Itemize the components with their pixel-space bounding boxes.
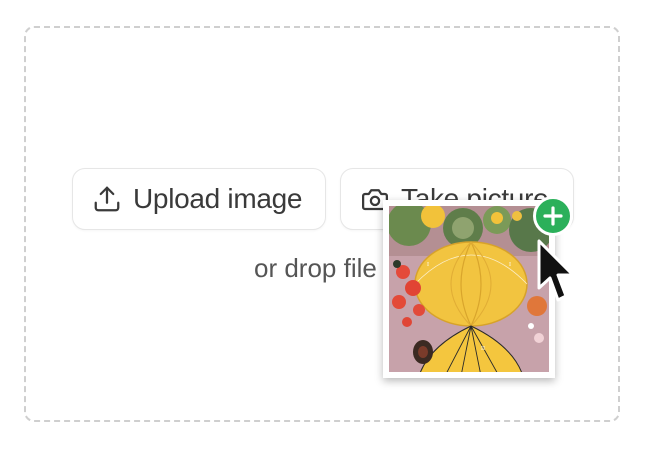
svg-text:I: I [427,262,429,268]
add-file-badge [533,196,573,236]
svg-text:I: I [509,262,511,268]
drop-file-hint: or drop file [254,253,377,283]
upload-image-button[interactable]: Upload image [72,168,326,230]
dragged-image-preview: I I II [383,200,555,378]
upload-image-label: Upload image [133,183,303,214]
arrow-cursor-icon [536,238,576,311]
page: Upload image Take picture or drop file I… [0,0,650,450]
upload-icon [91,183,123,215]
painting-thumbnail: I I II [389,206,549,372]
plus-icon [543,206,563,226]
svg-text:II: II [481,346,485,352]
